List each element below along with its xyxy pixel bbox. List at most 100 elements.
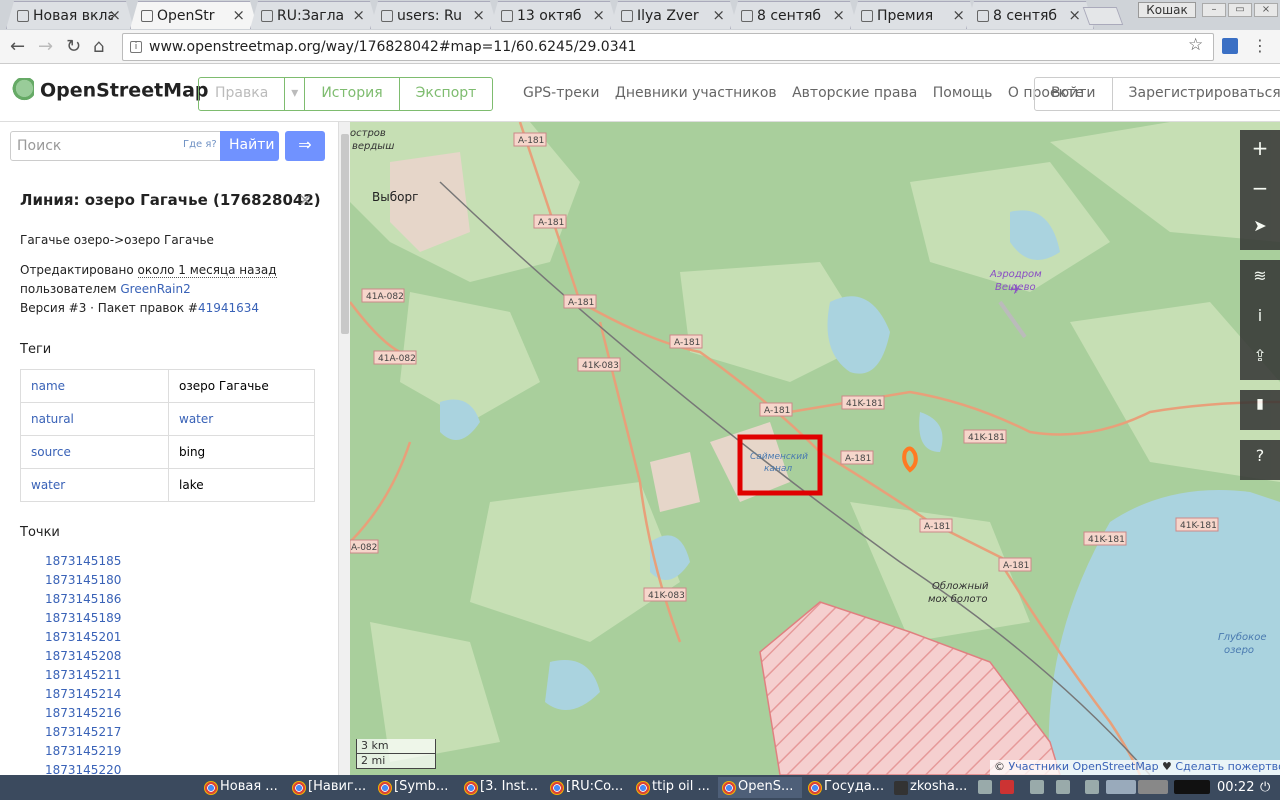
- tag-key[interactable]: name: [20, 369, 169, 403]
- window-close-icon[interactable]: ×: [1254, 3, 1278, 17]
- volume-icon[interactable]: [978, 780, 992, 794]
- bookmark-star-icon[interactable]: ☆: [1188, 35, 1203, 55]
- taskbar-item[interactable]: zkosha...: [890, 777, 974, 798]
- keyboard-layout-icon[interactable]: [1000, 780, 1014, 794]
- browser-tab-7[interactable]: 8 сентяб ×: [730, 1, 858, 29]
- taskbar-item[interactable]: [Навиг...: [288, 777, 372, 798]
- terminal-launcher-icon[interactable]: [166, 777, 186, 798]
- extension-icon[interactable]: [1222, 38, 1238, 54]
- close-icon[interactable]: ×: [712, 6, 725, 24]
- list-item[interactable]: 1873145189: [45, 611, 121, 630]
- list-item[interactable]: 1873145217: [45, 725, 121, 744]
- list-item[interactable]: 1873145216: [45, 706, 121, 725]
- user-link[interactable]: GreenRain2: [120, 282, 190, 296]
- export-button[interactable]: Экспорт: [400, 78, 493, 110]
- browser-tab-4[interactable]: users: Ru ×: [370, 1, 498, 29]
- nav-copyright[interactable]: Авторские права: [792, 85, 917, 101]
- list-item[interactable]: 1873145201: [45, 630, 121, 649]
- list-item[interactable]: 1873145186: [45, 592, 121, 611]
- close-icon[interactable]: ×: [298, 190, 312, 210]
- page-info-icon[interactable]: i: [130, 41, 142, 53]
- locate-icon[interactable]: ➤: [1240, 210, 1280, 250]
- list-item[interactable]: 1873145208: [45, 649, 121, 668]
- donate-link[interactable]: Сделать пожертвование: [1175, 760, 1280, 773]
- workspace-1[interactable]: [1106, 780, 1136, 794]
- chrome-launcher-icon[interactable]: [112, 777, 132, 798]
- tag-key[interactable]: water: [20, 468, 169, 502]
- sidebar-scrollbar[interactable]: [338, 122, 350, 775]
- map-view[interactable]: ✈ A-181 A-181 A-181 A-181 A-181 A-181 A-…: [350, 122, 1280, 775]
- taskbar-item[interactable]: ttip oil ...: [632, 777, 716, 798]
- where-am-i-link[interactable]: Где я?: [183, 139, 217, 150]
- changeset-link[interactable]: 41941634: [198, 301, 259, 315]
- list-item[interactable]: 1873145219: [45, 744, 121, 763]
- zoom-out-button[interactable]: −: [1240, 170, 1280, 210]
- close-icon[interactable]: ×: [1068, 6, 1081, 24]
- taskbar-item[interactable]: [RU:Co...: [546, 777, 630, 798]
- bluetooth-icon[interactable]: [1085, 780, 1099, 794]
- new-tab-button[interactable]: [1082, 7, 1124, 25]
- close-icon[interactable]: ×: [352, 6, 365, 24]
- osm-logo[interactable]: OpenStreetMap: [10, 78, 209, 104]
- login-button[interactable]: Войти: [1035, 78, 1113, 110]
- close-icon[interactable]: ×: [108, 6, 121, 24]
- power-icon[interactable]: ⏻: [1260, 780, 1274, 795]
- tag-key[interactable]: natural: [20, 402, 169, 436]
- taskbar-item[interactable]: Новая ...: [200, 777, 284, 798]
- directions-button[interactable]: ⇒: [285, 131, 325, 161]
- start-menu-icon[interactable]: [4, 777, 44, 798]
- signup-button[interactable]: Зарегистрироваться: [1113, 78, 1280, 110]
- nav-gps-traces[interactable]: GPS-треки: [523, 85, 599, 101]
- note-icon[interactable]: ▮: [1240, 390, 1280, 430]
- list-item[interactable]: 1873145214: [45, 687, 121, 706]
- close-icon[interactable]: ×: [952, 6, 965, 24]
- battery-icon[interactable]: [1030, 780, 1044, 794]
- browser-tab-3[interactable]: RU:Загла ×: [250, 1, 378, 29]
- list-item[interactable]: 1873145185: [45, 554, 121, 573]
- taskbar-item[interactable]: Госуда...: [804, 777, 888, 798]
- forward-icon[interactable]: →: [38, 36, 53, 57]
- edit-dropdown-chevron-icon[interactable]: ▾: [285, 78, 306, 110]
- nav-diaries[interactable]: Дневники участников: [615, 85, 777, 101]
- browser-tab-5[interactable]: 13 октяб ×: [490, 1, 618, 29]
- close-icon[interactable]: ×: [592, 6, 605, 24]
- layers-icon[interactable]: ≋: [1240, 260, 1280, 300]
- zoom-in-button[interactable]: +: [1240, 130, 1280, 170]
- list-item[interactable]: 1873145180: [45, 573, 121, 592]
- find-button[interactable]: Найти: [220, 131, 279, 161]
- browser-tab-9[interactable]: 8 сентяб ×: [966, 1, 1094, 29]
- workspace-2[interactable]: [1138, 780, 1168, 794]
- taskbar-item[interactable]: [Symb...: [374, 777, 458, 798]
- browser-tab-1[interactable]: Новая вкла ×: [6, 1, 134, 29]
- query-icon[interactable]: ?: [1240, 440, 1280, 480]
- window-icon[interactable]: [86, 777, 106, 798]
- tag-value[interactable]: water: [168, 402, 315, 436]
- browser-menu-icon[interactable]: ⋮: [1252, 36, 1268, 55]
- reload-icon[interactable]: ↻: [66, 36, 81, 57]
- browser-tab-8[interactable]: Премия ×: [850, 1, 978, 29]
- network-icon[interactable]: [1056, 780, 1070, 794]
- close-icon[interactable]: ×: [472, 6, 485, 24]
- nav-help[interactable]: Помощь: [933, 85, 993, 101]
- url-bar[interactable]: i www.openstreetmap.org/way/176828042#map…: [122, 33, 1214, 61]
- history-button[interactable]: История: [305, 78, 400, 110]
- taskbar-item[interactable]: [3. Inst...: [460, 777, 544, 798]
- share-icon[interactable]: ⇪: [1240, 340, 1280, 380]
- list-item[interactable]: 1873145220: [45, 763, 121, 775]
- tag-key[interactable]: source: [20, 435, 169, 469]
- file-manager-icon[interactable]: [58, 777, 78, 798]
- edit-button[interactable]: Правка: [199, 78, 286, 110]
- info-icon[interactable]: i: [1240, 300, 1280, 340]
- close-icon[interactable]: ×: [832, 6, 845, 24]
- browser-tab-2[interactable]: OpenStr ×: [130, 1, 258, 29]
- firefox-launcher-icon[interactable]: [140, 777, 160, 798]
- minimize-icon[interactable]: –: [1202, 3, 1226, 17]
- home-icon[interactable]: ⌂: [93, 36, 104, 57]
- back-icon[interactable]: ←: [10, 36, 25, 57]
- scrollbar-thumb[interactable]: [341, 134, 349, 334]
- attribution-link[interactable]: Участники OpenStreetMap: [1009, 760, 1159, 773]
- list-item[interactable]: 1873145211: [45, 668, 121, 687]
- taskbar-item-active[interactable]: OpenS...: [718, 777, 802, 798]
- browser-tab-6[interactable]: Ilya Zver ×: [610, 1, 738, 29]
- close-icon[interactable]: ×: [232, 6, 245, 24]
